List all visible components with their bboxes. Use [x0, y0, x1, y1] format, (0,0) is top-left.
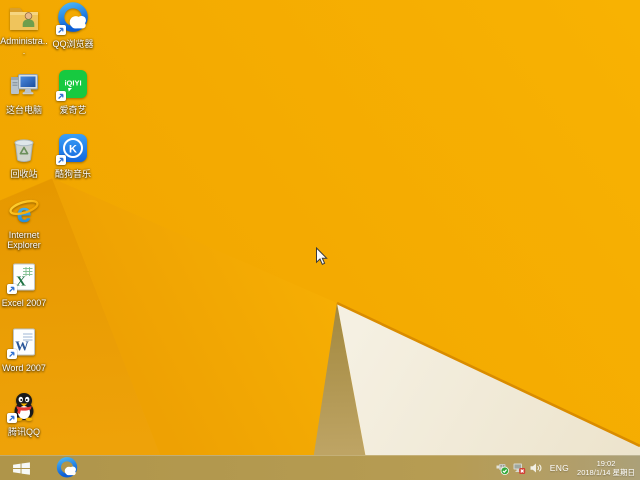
taskbar: ENG 19:02 2018/1/14 星期日	[0, 455, 640, 480]
qq-browser-icon	[56, 2, 89, 35]
mouse-cursor	[316, 247, 328, 265]
desktop-icon-internet-explorer[interactable]: e Internet Explorer	[0, 196, 48, 253]
shortcut-arrow-icon	[56, 91, 66, 101]
excel-icon: X	[7, 261, 40, 294]
svg-text:W: W	[15, 339, 29, 354]
desktop-icon-label: QQ浏览器	[52, 39, 94, 49]
language-indicator[interactable]: ENG	[550, 463, 569, 473]
svg-text:X: X	[16, 274, 26, 289]
clock-date: 2018/1/14 星期日	[577, 468, 635, 477]
desktop-icon-label: 这台电脑	[5, 105, 42, 115]
desktop-icon-qq-browser[interactable]: QQ浏览器	[49, 2, 97, 52]
word-icon: W	[7, 326, 40, 359]
desktop-icon-recycle-bin[interactable]: 回收站	[0, 132, 48, 182]
network-disconnected-icon[interactable]	[512, 461, 526, 475]
usb-safely-remove-icon[interactable]	[495, 461, 509, 475]
user-folder-icon	[8, 2, 40, 34]
desktop-icon-label: 腾讯QQ	[7, 427, 40, 437]
shortcut-arrow-icon	[56, 25, 66, 35]
desktop-icon-label: Internet Explorer	[7, 230, 41, 250]
qq-browser-icon	[56, 457, 78, 478]
volume-icon[interactable]	[529, 461, 543, 475]
desktop-icon-label: Administra...	[0, 36, 48, 56]
system-tray: ENG 19:02 2018/1/14 星期日	[495, 456, 640, 480]
shortcut-arrow-icon	[7, 349, 17, 359]
taskbar-clock[interactable]: 19:02 2018/1/14 星期日	[577, 459, 635, 477]
desktop-icon-word-2007[interactable]: W Word 2007	[0, 326, 48, 376]
desktop-icon-iqiyi[interactable]: iQIYI 爱奇艺	[49, 68, 97, 118]
recycle-bin-icon	[8, 132, 40, 164]
desktop-icon-label: Excel 2007	[1, 298, 47, 308]
tencent-qq-icon	[7, 390, 40, 423]
desktop-icon-excel-2007[interactable]: X Excel 2007	[0, 261, 48, 311]
internet-explorer-icon: e	[8, 196, 40, 228]
shortcut-arrow-icon	[56, 155, 66, 165]
desktop-icon-label: 回收站	[10, 169, 38, 179]
this-pc-icon	[8, 68, 40, 100]
shortcut-arrow-icon	[7, 284, 17, 294]
svg-text:iQIYI: iQIYI	[64, 79, 81, 88]
start-button[interactable]	[0, 456, 42, 480]
clock-time: 19:02	[596, 459, 616, 468]
desktop-icon-label: 爱奇艺	[59, 105, 87, 115]
desktop-icon-label: 酷狗音乐	[54, 169, 91, 179]
desktop-icon-kugou-music[interactable]: K 酷狗音乐	[49, 132, 97, 182]
desktop-icon-label: Word 2007	[2, 363, 46, 373]
desktop-icon-this-pc[interactable]: 这台电脑	[0, 68, 48, 118]
iqiyi-icon: iQIYI	[56, 68, 89, 101]
svg-text:K: K	[69, 143, 77, 155]
windows-logo-icon	[12, 461, 30, 475]
desktop-icon-administrator[interactable]: Administra...	[0, 2, 48, 59]
taskbar-pinned-qq-browser[interactable]	[50, 456, 84, 480]
desktop-icon-tencent-qq[interactable]: 腾讯QQ	[0, 390, 48, 440]
kugou-music-icon: K	[56, 132, 89, 165]
shortcut-arrow-icon	[7, 413, 17, 423]
desktop[interactable]: Administra... QQ浏览器 这台电脑 iQIYI 爱奇艺 回收站 K…	[0, 0, 640, 480]
